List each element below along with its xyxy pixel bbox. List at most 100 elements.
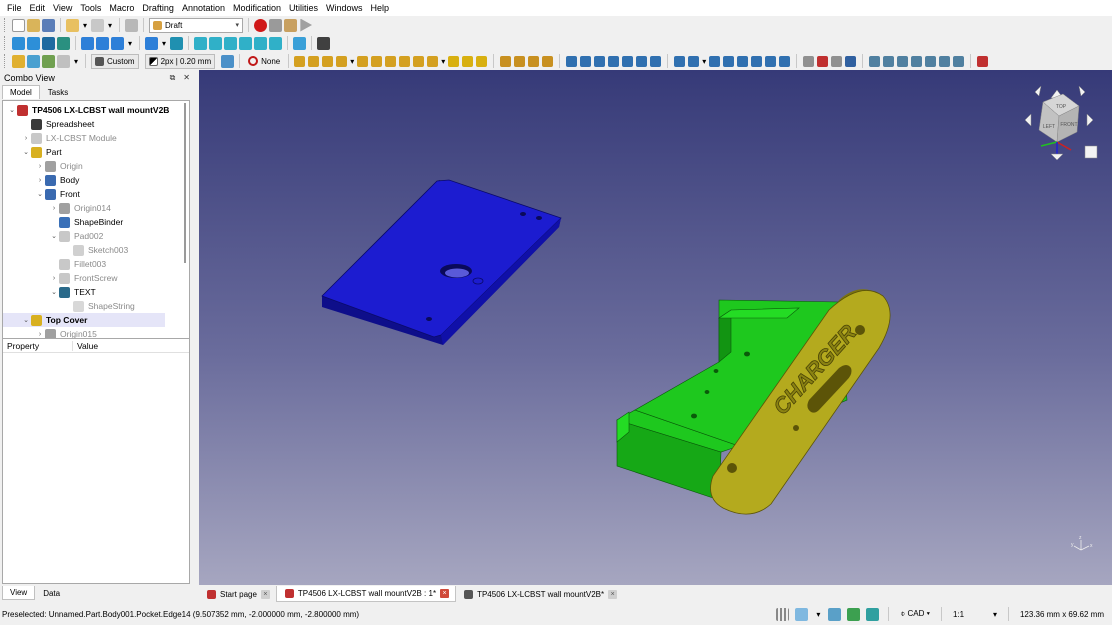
close-tab-icon[interactable]: ×	[608, 589, 618, 599]
expand-arrow-icon[interactable]: ⌄	[49, 288, 59, 296]
expand-arrow-icon[interactable]: ⌄	[49, 232, 59, 240]
fit-all-icon[interactable]	[12, 36, 25, 50]
draft-scale-icon[interactable]	[594, 55, 606, 67]
top-view-icon[interactable]	[209, 36, 223, 50]
refresh-icon[interactable]	[125, 18, 139, 32]
snap-grid-icon[interactable]	[828, 607, 842, 621]
draft-bspline-icon[interactable]	[413, 55, 425, 67]
draft-annotation-style-icon[interactable]	[542, 55, 554, 67]
undo-icon[interactable]	[66, 18, 79, 32]
run-macro-icon[interactable]	[300, 18, 313, 32]
save-file-icon[interactable]	[42, 18, 55, 32]
document-tab[interactable]: TP4506 LX-LCBST wall mountV2B : 1* ×	[275, 586, 457, 602]
expand-arrow-icon[interactable]: ⌄	[21, 316, 31, 324]
set-working-plane-icon[interactable]	[12, 54, 25, 68]
tree-item[interactable]: ⌄ Pad002	[3, 229, 103, 243]
draft-upgrade-icon[interactable]	[765, 55, 777, 67]
tree-item[interactable]: Fillet003	[3, 257, 106, 271]
draft-snap-lock-icon[interactable]	[977, 55, 989, 67]
draft-flip-dimension-icon[interactable]	[845, 55, 857, 67]
draft-shapestring-icon[interactable]	[462, 55, 474, 67]
collapse-arrow-icon[interactable]: ›	[35, 177, 45, 184]
menu-modification[interactable]: Modification	[229, 0, 285, 16]
rear-view-icon[interactable]	[239, 36, 253, 50]
redo-dropdown-icon[interactable]: ▾	[106, 21, 114, 30]
sync-view-icon[interactable]	[111, 36, 124, 50]
draft-select-group-icon[interactable]	[911, 55, 923, 67]
chevron-down-icon[interactable]: ▾	[350, 57, 354, 66]
draft-split-icon[interactable]	[751, 55, 763, 67]
chevron-down-icon[interactable]: ▾	[126, 39, 134, 48]
tab-data[interactable]: Data	[35, 586, 68, 600]
tree-item[interactable]: ShapeString	[3, 299, 135, 313]
snap-panel-icon[interactable]	[866, 607, 880, 621]
draft-fillet-icon[interactable]	[322, 55, 334, 67]
draft-text-icon[interactable]	[500, 55, 512, 67]
chevron-down-icon[interactable]: ▾	[72, 57, 80, 66]
grid-toggle-icon[interactable]	[776, 607, 790, 621]
draft-point-icon[interactable]	[427, 55, 439, 67]
open-file-icon[interactable]	[27, 18, 40, 32]
autogroup-dropdown-icon[interactable]	[57, 54, 70, 68]
property-editor[interactable]: Property Value	[2, 338, 190, 584]
draft-move-icon[interactable]	[566, 55, 578, 67]
toolbar-grip[interactable]	[4, 36, 7, 50]
whats-this-icon[interactable]	[317, 36, 331, 50]
expand-arrow-icon[interactable]: ⌄	[21, 148, 31, 156]
draft-ellipse-icon[interactable]	[371, 55, 383, 67]
draft-label-icon[interactable]	[528, 55, 540, 67]
tree-item[interactable]: › Origin014	[3, 201, 111, 215]
tree-item[interactable]: › LX-LCBST Module	[3, 131, 117, 145]
tree-scrollbar[interactable]	[184, 103, 186, 263]
tree-item[interactable]: Sketch003	[3, 243, 128, 257]
tab-view[interactable]: View	[2, 586, 36, 600]
chevron-down-icon[interactable]: ▾	[441, 57, 445, 66]
draft-join-icon[interactable]	[737, 55, 749, 67]
zoom-icon[interactable]	[145, 36, 159, 50]
toolbar-grip[interactable]	[4, 18, 7, 32]
draft-rotate-icon[interactable]	[580, 55, 592, 67]
edit-macro-icon[interactable]	[284, 18, 298, 32]
navigation-style-selector[interactable]: ⌽ CAD ▾	[898, 609, 932, 619]
draft-move-to-group-icon[interactable]	[897, 55, 909, 67]
tree-item[interactable]: ShapeBinder	[3, 215, 123, 229]
draft-circle-icon[interactable]	[357, 55, 369, 67]
style-mode-button[interactable]: Custom	[91, 53, 139, 69]
document-tab[interactable]: TP4506 LX-LCBST wall mountV2B* ×	[456, 586, 623, 602]
line-style-button[interactable]: 2px | 0.20 mm	[144, 53, 216, 69]
menu-windows[interactable]: Windows	[322, 0, 367, 16]
draft-offset-icon[interactable]	[622, 55, 634, 67]
draft-facebinder-icon[interactable]	[448, 55, 460, 67]
tree-item[interactable]: › FrontScrew	[3, 271, 117, 285]
isometric-view-icon[interactable]	[170, 36, 184, 50]
apply-style-icon[interactable]	[221, 54, 235, 68]
menu-utilities[interactable]: Utilities	[285, 0, 322, 16]
draft-trimex-icon[interactable]	[636, 55, 648, 67]
measure-icon[interactable]	[293, 36, 307, 50]
right-view-icon[interactable]	[224, 36, 238, 50]
collapse-arrow-icon[interactable]: ›	[35, 331, 45, 338]
scale-dropdown-icon[interactable]: ▾	[991, 610, 999, 619]
lock-icon[interactable]	[795, 607, 809, 621]
tree-item[interactable]: ⌄ Top Cover	[3, 313, 165, 327]
menu-annotation[interactable]: Annotation	[178, 0, 229, 16]
draft-add-construction-icon[interactable]	[925, 55, 937, 67]
nav-arrow-left-icon[interactable]	[1024, 113, 1032, 127]
close-tab-icon[interactable]: ×	[260, 589, 270, 599]
undo-dropdown-icon[interactable]: ▾	[81, 21, 89, 30]
draft-working-plane-proxy-icon[interactable]	[953, 55, 965, 67]
float-panel-icon[interactable]: ⧉	[170, 73, 176, 83]
draft-hatch-icon[interactable]	[476, 55, 488, 67]
menu-help[interactable]: Help	[367, 0, 394, 16]
record-macro-icon[interactable]	[254, 18, 268, 32]
tree-item[interactable]: › Body	[3, 173, 79, 187]
expand-arrow-icon[interactable]: ⌄	[35, 190, 45, 198]
collapse-arrow-icon[interactable]: ›	[21, 135, 31, 142]
draft-wire-to-bspline-icon[interactable]	[803, 55, 815, 67]
nav-arrow-down-icon[interactable]	[1050, 153, 1064, 161]
redo-icon[interactable]	[91, 18, 105, 32]
bottom-view-icon[interactable]	[254, 36, 268, 50]
draft-mirror-icon[interactable]	[608, 55, 620, 67]
nav-cube-menu-icon[interactable]	[1084, 145, 1098, 159]
forward-icon[interactable]	[96, 36, 109, 50]
